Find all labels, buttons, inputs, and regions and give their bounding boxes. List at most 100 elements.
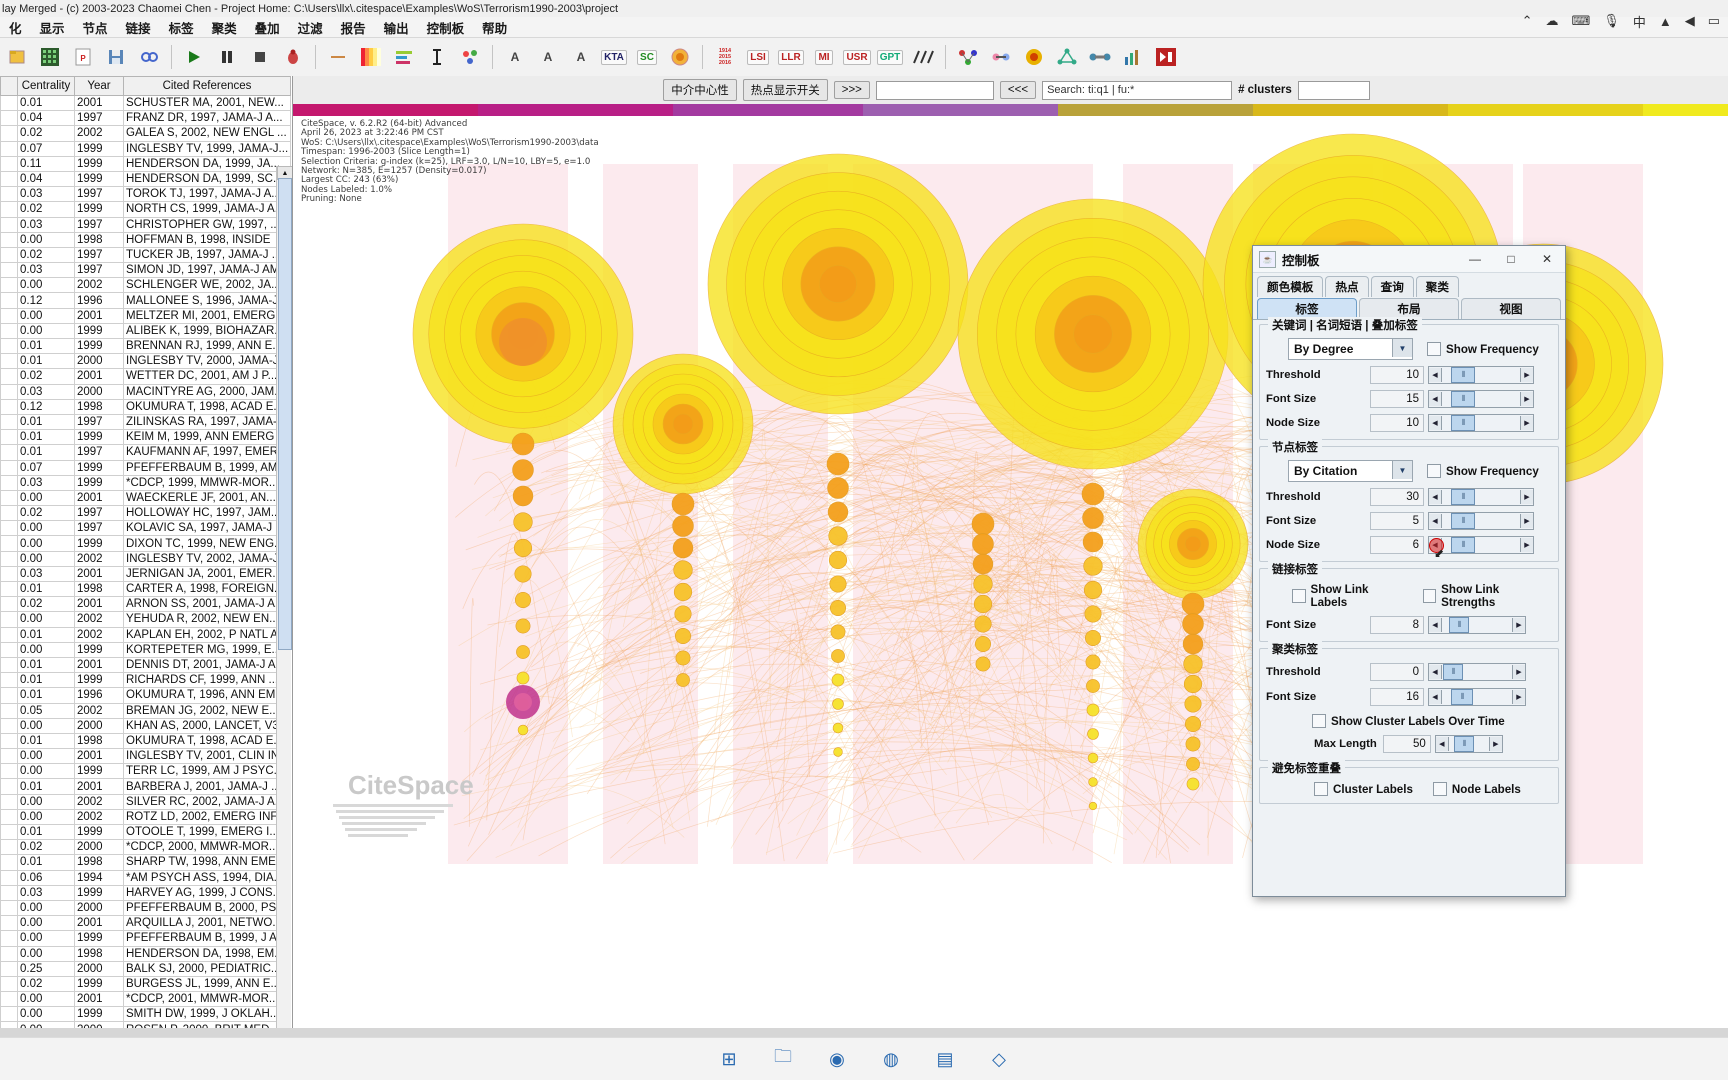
row-select-cell[interactable]	[1, 840, 18, 855]
row-select-cell[interactable]	[1, 794, 18, 809]
usr-icon[interactable]: USR	[843, 43, 871, 71]
row-select-cell[interactable]	[1, 126, 18, 141]
cloud-icon[interactable]: ☁	[1546, 13, 1559, 29]
row-select-cell[interactable]	[1, 460, 18, 475]
slider-thumb[interactable]: ⦀	[1451, 489, 1475, 505]
cluster-threshold-value[interactable]: 0	[1370, 663, 1424, 681]
table-row[interactable]: 0.03 2000 MACINTYRE AG, 2000, JAM...	[1, 384, 291, 399]
menu-item-4[interactable]: 标签	[160, 17, 203, 38]
row-select-cell[interactable]	[1, 597, 18, 612]
slider-right-arrow-icon[interactable]: ▶	[1512, 618, 1525, 632]
next-button[interactable]: >>>	[834, 81, 870, 99]
table-row[interactable]: 0.00 1997 KOLAVIC SA, 1997, JAMA-J ...	[1, 521, 291, 536]
table-row[interactable]: 0.00 1998 HOFFMAN B, 1998, INSIDE	[1, 232, 291, 247]
column-header-centrality[interactable]: Centrality	[18, 77, 75, 96]
row-select-cell[interactable]	[1, 809, 18, 824]
table-row[interactable]: 0.25 2000 BALK SJ, 2000, PEDIATRIC...	[1, 961, 291, 976]
cluster-font-size-slider[interactable]: ◀ ⦀ ▶	[1428, 688, 1526, 706]
slider-right-arrow-icon[interactable]: ▶	[1520, 538, 1533, 552]
table-row[interactable]: 0.04 1997 FRANZ DR, 1997, JAMA-J A...	[1, 111, 291, 126]
row-select-cell[interactable]	[1, 263, 18, 278]
table-row[interactable]: 0.02 1997 TUCKER JB, 1997, JAMA-J ...	[1, 247, 291, 262]
row-select-cell[interactable]	[1, 430, 18, 445]
cluster-colors-icon[interactable]	[456, 43, 484, 71]
stop-icon[interactable]	[246, 43, 274, 71]
menu-item-11[interactable]: 帮助	[473, 17, 516, 38]
row-select-cell[interactable]	[1, 976, 18, 991]
slider-thumb[interactable]: ⦀	[1451, 391, 1475, 407]
row-select-cell[interactable]	[1, 870, 18, 885]
row-select-cell[interactable]	[1, 339, 18, 354]
row-select-cell[interactable]	[1, 247, 18, 262]
row-select-cell[interactable]	[1, 657, 18, 672]
show-link-labels-checkbox[interactable]	[1292, 589, 1306, 603]
llr-icon[interactable]: LLR	[777, 43, 805, 71]
row-select-cell[interactable]	[1, 946, 18, 961]
nodes-icon[interactable]	[954, 43, 982, 71]
text-size-icon[interactable]	[423, 43, 451, 71]
row-select-cell[interactable]	[1, 354, 18, 369]
slider-thumb[interactable]: ⦀	[1451, 415, 1475, 431]
row-select-cell[interactable]	[1, 490, 18, 505]
value-field[interactable]	[876, 81, 994, 100]
timeline-icon[interactable]	[390, 43, 418, 71]
row-select-cell[interactable]	[1, 278, 18, 293]
chevron-down-icon[interactable]: ▼	[1392, 461, 1412, 479]
dialog-title-bar[interactable]: ☕ 控制板 — □ ✕	[1253, 246, 1565, 273]
menu-item-0[interactable]: 化	[0, 17, 31, 38]
table-row[interactable]: 0.02 2002 GALEA S, 2002, NEW ENGL ...	[1, 126, 291, 141]
mic-icon[interactable]: 🎙	[1603, 13, 1620, 29]
show-cluster-labels-over-time-checkbox[interactable]	[1312, 714, 1326, 728]
table-row[interactable]: 0.00 2001 INGLESBY TV, 2001, CLIN IN...	[1, 749, 291, 764]
node_group-font-size-value[interactable]: 5	[1370, 512, 1424, 530]
link-chain-icon[interactable]	[987, 43, 1015, 71]
row-select-cell[interactable]	[1, 536, 18, 551]
slider-right-arrow-icon[interactable]: ▶	[1512, 690, 1525, 704]
gpt-icon[interactable]: GPT	[876, 43, 904, 71]
circle-icon[interactable]	[666, 43, 694, 71]
slider-thumb[interactable]: ⦀	[1451, 537, 1475, 553]
sc-icon[interactable]: SC	[633, 43, 661, 71]
slider-thumb[interactable]: ⦀	[1451, 367, 1475, 383]
table-row[interactable]: 0.01 1998 OKUMURA T, 1998, ACAD E...	[1, 733, 291, 748]
table-row[interactable]: 0.04 1999 HENDERSON DA, 1999, SC...	[1, 171, 291, 186]
menu-item-8[interactable]: 报告	[332, 17, 375, 38]
row-select-cell[interactable]	[1, 202, 18, 217]
row-select-cell[interactable]	[1, 308, 18, 323]
node_group-threshold-value[interactable]: 30	[1370, 488, 1424, 506]
slider-thumb[interactable]: ⦀	[1449, 617, 1469, 633]
table-row[interactable]: 0.02 1999 BURGESS JL, 1999, ANN E...	[1, 976, 291, 991]
keyword_group-threshold-value[interactable]: 10	[1370, 366, 1424, 384]
table-row[interactable]: 0.01 2001 SCHUSTER MA, 2001, NEW...	[1, 96, 291, 111]
row-select-cell[interactable]	[1, 961, 18, 976]
table-row[interactable]: 0.03 1997 CHRISTOPHER GW, 1997, ...	[1, 217, 291, 232]
row-select-cell[interactable]	[1, 779, 18, 794]
cluster-font-size-value[interactable]: 16	[1370, 688, 1424, 706]
table-row[interactable]: 0.00 2002 INGLESBY TV, 2002, JAMA-J...	[1, 551, 291, 566]
menu-item-2[interactable]: 节点	[74, 17, 117, 38]
table-row[interactable]: 0.02 2001 ARNON SS, 2001, JAMA-J A...	[1, 597, 291, 612]
file-explorer-icon[interactable]: 🗀	[770, 1046, 796, 1072]
close-icon[interactable]: ✕	[1529, 247, 1565, 272]
clusters-input[interactable]	[1298, 81, 1370, 100]
row-select-cell[interactable]	[1, 825, 18, 840]
table-row[interactable]: 0.01 1996 OKUMURA T, 1996, ANN EM...	[1, 688, 291, 703]
tree-c-icon[interactable]: A	[567, 43, 595, 71]
keyword-mode-select[interactable]: By Degree ▼	[1288, 338, 1413, 360]
row-select-cell[interactable]	[1, 733, 18, 748]
chat-icon[interactable]: ◍	[878, 1046, 904, 1072]
exit-icon[interactable]	[1152, 43, 1180, 71]
grid-icon[interactable]	[36, 43, 64, 71]
heatmap-icon[interactable]	[357, 43, 385, 71]
target-icon[interactable]	[1020, 43, 1048, 71]
column-header-cited-references[interactable]: Cited References	[124, 77, 291, 96]
row-select-cell[interactable]	[1, 506, 18, 521]
terminal-icon[interactable]: ▤	[932, 1046, 958, 1072]
row-select-cell[interactable]	[1, 369, 18, 384]
keyword_group-threshold-slider[interactable]: ◀ ⦀ ▶	[1428, 366, 1534, 384]
link-font-size-value[interactable]: 8	[1370, 616, 1424, 634]
keyword_group-font-size-value[interactable]: 15	[1370, 390, 1424, 408]
slider-right-arrow-icon[interactable]: ▶	[1520, 490, 1533, 504]
row-select-cell[interactable]	[1, 992, 18, 1007]
menu-item-6[interactable]: 叠加	[246, 17, 289, 38]
